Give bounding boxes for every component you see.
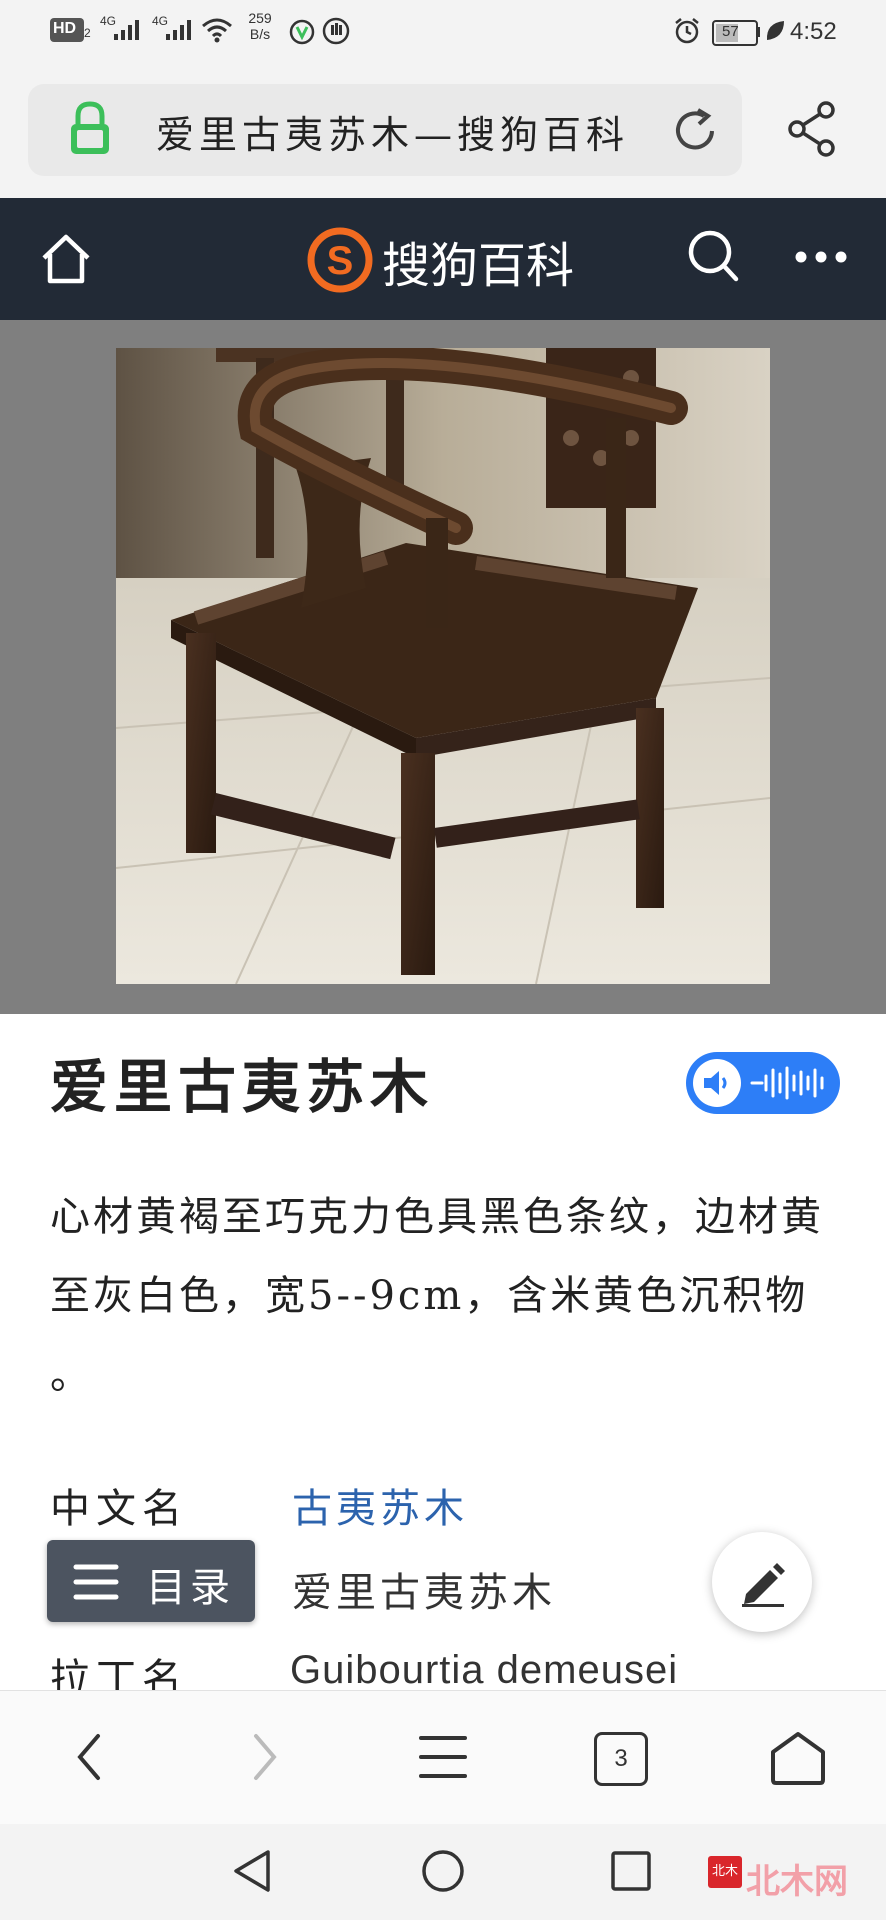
browser-home-icon[interactable] [768,1730,828,1786]
lock-icon [71,101,109,154]
watermark-text: 北木网 [746,1862,848,1902]
menu-icon[interactable] [418,1734,468,1780]
article-summary: 心材黄褐至巧克力色具黑色条纹，边材黄至灰白色，宽5--9cm，含米黄色沉积物 。 [50,1194,824,1398]
waveform-icon [750,1066,824,1100]
speed-unit: B/s [249,26,271,42]
forward-arrow-icon[interactable] [250,1732,280,1782]
speed-value: 259 [248,10,272,26]
menu-lines-icon [73,1564,119,1600]
chair-photo[interactable] [116,348,770,984]
clock-time: 4:52 [790,18,837,45]
info-label-chinese-name: 中文名 [50,1486,188,1532]
leaf-icon [766,21,784,40]
back-arrow-icon[interactable] [74,1732,104,1782]
sogou-logo-icon[interactable]: S [306,226,374,294]
watermark-badge-text: 北木 [711,1864,738,1879]
vpn-icon [289,19,315,45]
brand-name[interactable]: 搜狗百科 [382,226,574,296]
hd-label: HD [53,20,77,37]
tabs-button[interactable]: 3 [594,1732,648,1786]
network-speed: 259 B/s [240,10,280,42]
signal-2-icon [166,20,191,40]
hand-icon [322,17,350,45]
signal-1-icon [114,20,139,40]
svg-text:S: S [327,239,354,283]
info-value-chinese-name-link[interactable]: 古夷苏木 [292,1476,468,1534]
more-icon[interactable] [794,250,848,264]
home-icon[interactable] [38,232,94,286]
speaker-icon [693,1059,741,1107]
audio-play-button[interactable] [686,1052,840,1114]
pencil-icon [742,1563,785,1607]
battery-level: 57 [722,23,739,40]
toc-button-label: 目录 [146,1565,234,1611]
battery-icon: 57 [712,20,758,46]
page-title: 爱里古夷苏木 [50,1053,435,1121]
share-icon[interactable] [786,100,840,158]
hd-sub-label: 2 [84,26,91,40]
system-back-icon[interactable] [230,1848,274,1894]
wifi-icon [202,18,232,43]
system-recents-icon[interactable] [610,1850,652,1892]
info-value-scientific-name: 爱里古夷苏木 [292,1570,556,1616]
edit-button[interactable] [712,1532,812,1632]
tab-count: 3 [614,1745,628,1772]
watermark-badge: 北木 [708,1856,742,1888]
page-url-title[interactable]: 爱里古夷苏木—搜狗百科 [156,104,629,159]
info-value-latin-name: Guibourtia demeusei [290,1648,679,1692]
alarm-icon [675,18,699,44]
search-icon[interactable] [686,228,742,288]
system-home-icon[interactable] [420,1848,466,1894]
hd-icon: HD [50,18,84,42]
refresh-icon[interactable] [668,104,722,158]
